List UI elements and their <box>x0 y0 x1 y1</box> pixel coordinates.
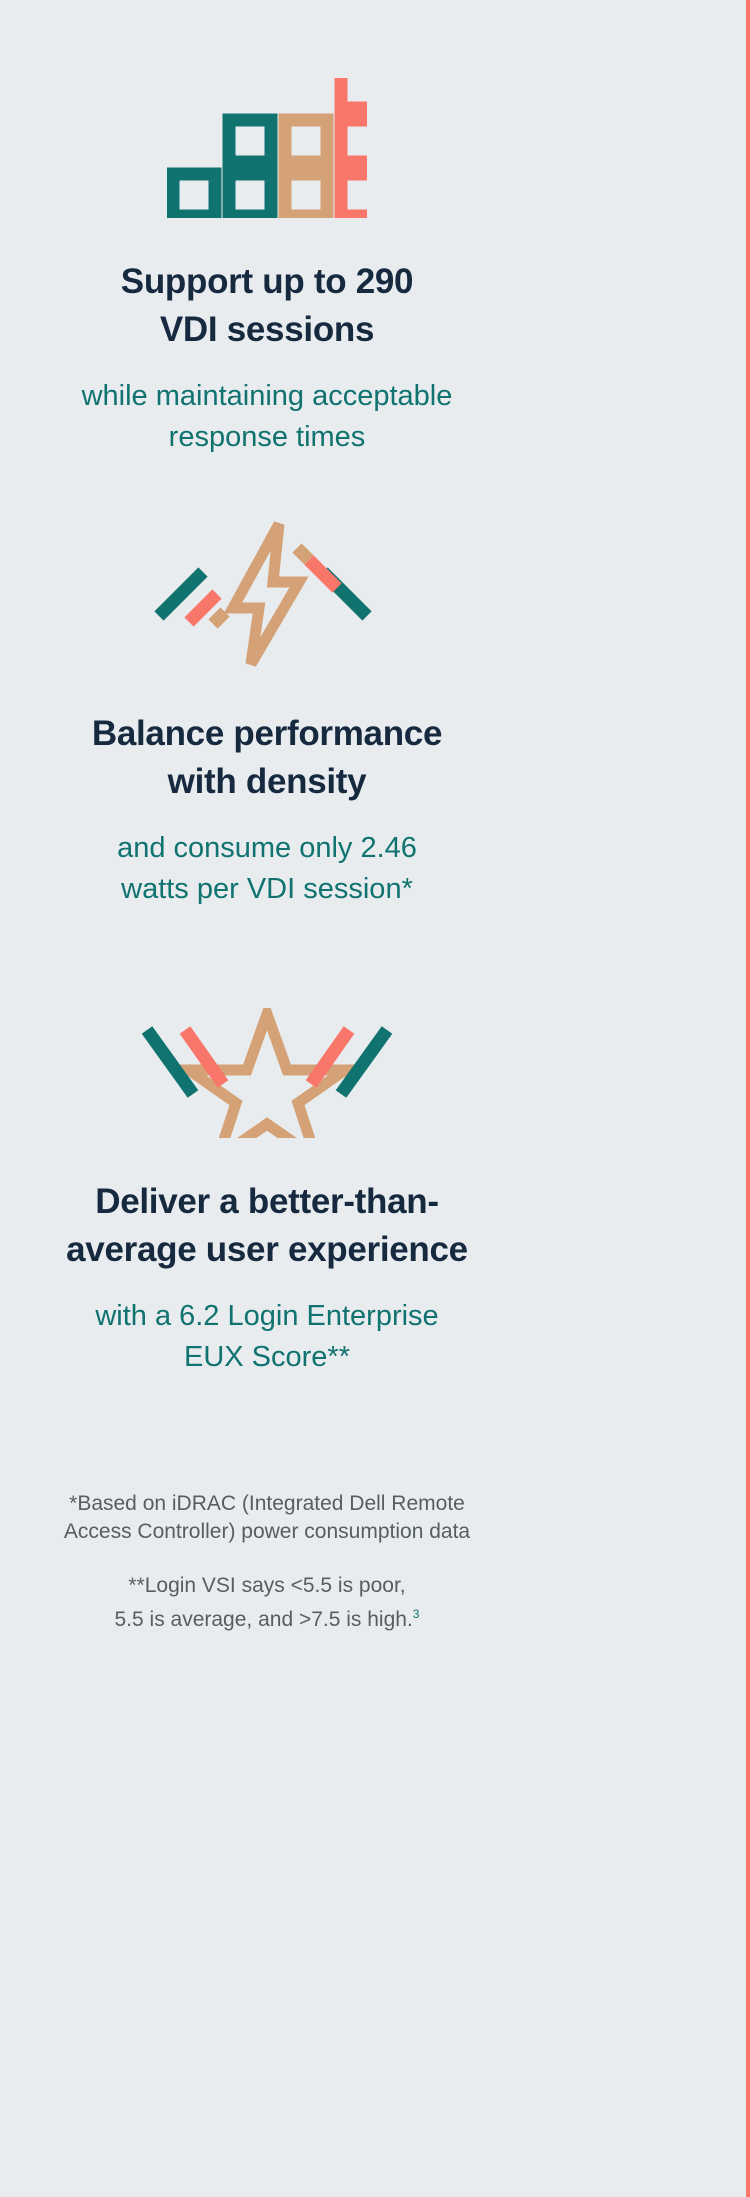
footnote-1-line-2: Access Controller) power consumption dat… <box>63 1520 471 1543</box>
headline-line-2: with density <box>167 762 367 801</box>
headline-line-1: Deliver a better-than- <box>95 1182 439 1221</box>
footnote-reference-marker: 3 <box>412 1607 420 1621</box>
subline-line-1: with a 6.2 Login Enterprise <box>95 1300 439 1332</box>
footnote-spacer <box>0 1546 534 1572</box>
footnote-power-data: *Based on iDRAC (Integrated Dell Remote … <box>0 1490 534 1546</box>
section-subline: and consume only 2.46 watts per VDI sess… <box>117 828 417 910</box>
star-speed-icon <box>137 1008 397 1138</box>
subline-line-2: watts per VDI session* <box>121 873 413 905</box>
section-subline: with a 6.2 Login Enterprise EUX Score** <box>95 1296 438 1378</box>
subline-line-2: EUX Score** <box>183 1341 350 1373</box>
footnote-2-line-2: 5.5 is average, and >7.5 is high. <box>114 1608 413 1631</box>
right-margin-gap <box>730 0 746 2197</box>
right-edge-rule <box>746 0 750 2197</box>
bar-chart-squares-icon <box>167 78 367 218</box>
subline-line-1: while maintaining acceptable <box>81 380 453 412</box>
section-headline: Deliver a better-than- average user expe… <box>66 1178 468 1274</box>
headline-line-2: average user experience <box>66 1230 468 1269</box>
subline-line-1: and consume only 2.46 <box>117 832 417 864</box>
headline-line-2: VDI sessions <box>159 310 375 349</box>
footnote-1-line-1: *Based on iDRAC (Integrated Dell Remote <box>69 1492 465 1515</box>
headline-line-1: Support up to 290 <box>120 262 414 301</box>
content-column: Support up to 290 VDI sessions while mai… <box>0 0 534 2197</box>
footnote-login-vsi: **Login VSI says <5.5 is poor, 5.5 is av… <box>0 1572 534 1634</box>
subline-line-2: response times <box>168 421 366 453</box>
infographic-page: Support up to 290 VDI sessions while mai… <box>0 0 750 2197</box>
section-user-experience: Deliver a better-than- average user expe… <box>0 1008 534 1378</box>
section-vdi-sessions: Support up to 290 VDI sessions while mai… <box>0 78 534 458</box>
footnotes: *Based on iDRAC (Integrated Dell Remote … <box>0 1490 534 1634</box>
lightning-bolt-speed-icon <box>147 520 387 668</box>
footnote-2-line-1: **Login VSI says <5.5 is poor, <box>128 1574 406 1597</box>
page-title: Support up to 290 VDI sessions <box>120 258 414 354</box>
section-subline: while maintaining acceptable response ti… <box>82 376 453 458</box>
section-headline: Balance performance with density <box>91 710 443 806</box>
headline-line-1: Balance performance <box>91 714 443 753</box>
section-balance-performance: Balance performance with density and con… <box>0 520 534 910</box>
